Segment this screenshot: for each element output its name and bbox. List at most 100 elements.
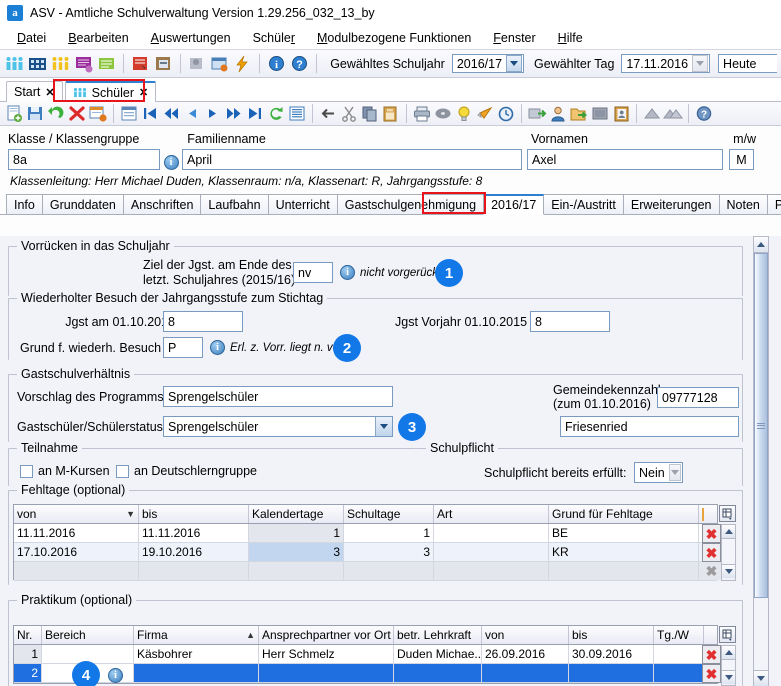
column-header-bis[interactable]: bis: [139, 505, 249, 523]
menu-auswertungen[interactable]: Auswertungen: [140, 29, 242, 47]
cell-von[interactable]: [482, 664, 569, 682]
scroll-track[interactable]: [722, 539, 735, 564]
menu-datei[interactable]: DDateiatei: [6, 29, 57, 47]
jgst-vorjahr-input[interactable]: [530, 311, 610, 332]
new-record-icon[interactable]: [4, 104, 24, 123]
column-header-von[interactable]: von: [482, 626, 569, 644]
students-icon[interactable]: [4, 53, 25, 74]
cell-von[interactable]: 11.11.2016: [14, 524, 139, 542]
megaphone-icon[interactable]: [475, 104, 495, 123]
document-tab-schueler[interactable]: Schüler ✕: [64, 81, 157, 102]
contacts-icon[interactable]: [611, 104, 631, 123]
scroll-down-button[interactable]: [722, 564, 735, 578]
column-header-firma[interactable]: Firma ▲: [134, 626, 259, 644]
cut-icon[interactable]: [339, 104, 359, 123]
tag-select[interactable]: 17.11.2016: [621, 54, 711, 73]
modules-icon[interactable]: [186, 53, 207, 74]
cell-grund[interactable]: KR: [549, 543, 699, 561]
scroll-down-button[interactable]: [754, 670, 768, 686]
prev-page-icon[interactable]: [161, 104, 181, 123]
tab-2016-17[interactable]: 2016/17: [483, 194, 545, 215]
praktikum-vertical-scrollbar[interactable]: [721, 645, 736, 686]
scroll-thumb[interactable]: [754, 253, 768, 598]
next-record-icon[interactable]: [203, 104, 223, 123]
help-round-icon[interactable]: ?: [694, 104, 714, 123]
scroll-track[interactable]: [754, 253, 768, 670]
checkbox-m-kurse[interactable]: an M-Kursen: [20, 464, 110, 478]
info-icon[interactable]: i: [108, 668, 123, 683]
tab-ein-austritt[interactable]: Ein-/Austritt: [543, 194, 624, 215]
column-header-grund[interactable]: Grund für Fehltage: [549, 505, 699, 523]
mountains-icon[interactable]: [663, 104, 683, 123]
jgst-input[interactable]: [163, 311, 243, 332]
undo-icon[interactable]: [46, 104, 66, 123]
tab-person[interactable]: Person: [766, 194, 781, 215]
back-icon[interactable]: [318, 104, 338, 123]
cell-schultage[interactable]: 3: [344, 543, 434, 561]
menu-fenster[interactable]: Fenster: [482, 29, 546, 47]
table-row[interactable]: [14, 562, 717, 581]
cell-bis[interactable]: 19.10.2016: [139, 543, 249, 561]
cd-icon[interactable]: [433, 104, 453, 123]
column-header-kalendertage[interactable]: Kalendertage: [249, 505, 344, 523]
close-icon[interactable]: ✕: [45, 86, 54, 99]
fehltage-vertical-scrollbar[interactable]: [721, 524, 736, 581]
column-header-schultage[interactable]: Schultage: [344, 505, 434, 523]
cell-grund[interactable]: [549, 562, 699, 580]
menu-modulbezogene-funktionen[interactable]: Modulbezogene Funktionen: [306, 29, 482, 47]
table-row[interactable]: 17.10.2016 19.10.2016 3 3 KR: [14, 543, 717, 562]
person-icon[interactable]: [548, 104, 568, 123]
delete-row-button[interactable]: ✖: [702, 543, 721, 562]
table-row[interactable]: 11.11.2016 11.11.2016 1 1 BE: [14, 524, 717, 543]
table-row[interactable]: 1 Käsbohrer Herr Schmelz Duden Michae...…: [14, 645, 717, 664]
info-icon[interactable]: i: [266, 53, 287, 74]
column-chooser-button[interactable]: [719, 505, 736, 522]
column-header-nr[interactable]: Nr.: [14, 626, 42, 644]
cancel-edit-icon[interactable]: [88, 104, 108, 123]
vornamen-input[interactable]: [527, 149, 723, 170]
report-icon[interactable]: [287, 104, 307, 123]
column-header-lehrkraft[interactable]: betr. Lehrkraft: [394, 626, 482, 644]
tab-grunddaten[interactable]: Grunddaten: [41, 194, 124, 215]
column-header-ansprechpartner[interactable]: Ansprechpartner vor Ort: [259, 626, 394, 644]
chevron-down-icon[interactable]: [692, 55, 709, 72]
grund-wiederh-input[interactable]: [163, 337, 203, 358]
cell-schultage[interactable]: 1: [344, 524, 434, 542]
cell-art[interactable]: [434, 562, 549, 580]
schuelerstatus-select[interactable]: Sprengelschüler: [163, 416, 393, 437]
ziel-jgst-input[interactable]: [293, 262, 333, 283]
cell-bis[interactable]: [569, 664, 654, 682]
cell-art[interactable]: [434, 524, 549, 542]
idea-icon[interactable]: [454, 104, 474, 123]
mw-input[interactable]: [729, 149, 754, 170]
delete-icon[interactable]: [67, 104, 87, 123]
tab-unterricht[interactable]: Unterricht: [267, 194, 338, 215]
menu-bearbeiten[interactable]: Bearbeiten: [57, 29, 139, 47]
delete-row-button[interactable]: ✖: [702, 645, 721, 664]
list-view-icon[interactable]: [119, 104, 139, 123]
cell-lehrkraft[interactable]: Duden Michae...: [394, 645, 482, 663]
window-icon[interactable]: [209, 53, 230, 74]
prev-record-icon[interactable]: [182, 104, 202, 123]
cell-firma[interactable]: [134, 664, 259, 682]
save-icon[interactable]: [25, 104, 45, 123]
tab-erweiterungen[interactable]: Erweiterungen: [622, 194, 720, 215]
courses-icon[interactable]: [96, 53, 117, 74]
paste-icon[interactable]: [381, 104, 401, 123]
menu-schueler[interactable]: Schüler: [242, 29, 306, 47]
cell-tgw[interactable]: [654, 645, 704, 663]
scroll-track[interactable]: [722, 660, 735, 670]
cell-bis[interactable]: 30.09.2016: [569, 645, 654, 663]
column-header-tgw[interactable]: Tg./W: [654, 626, 704, 644]
checkbox-box[interactable]: [116, 464, 129, 478]
info-icon[interactable]: i: [210, 340, 225, 355]
schulpflicht-erfuellt-select[interactable]: Nein: [634, 462, 683, 483]
chevron-down-icon[interactable]: [375, 417, 392, 436]
tab-anschriften[interactable]: Anschriften: [122, 194, 202, 215]
print-icon[interactable]: [412, 104, 432, 123]
cell-ansprechpartner[interactable]: Herr Schmelz: [259, 645, 394, 663]
cell-bis[interactable]: 11.11.2016: [139, 524, 249, 542]
tab-info[interactable]: Info: [6, 194, 43, 215]
next-page-icon[interactable]: [224, 104, 244, 123]
menu-hilfe[interactable]: Hilfe: [547, 29, 594, 47]
